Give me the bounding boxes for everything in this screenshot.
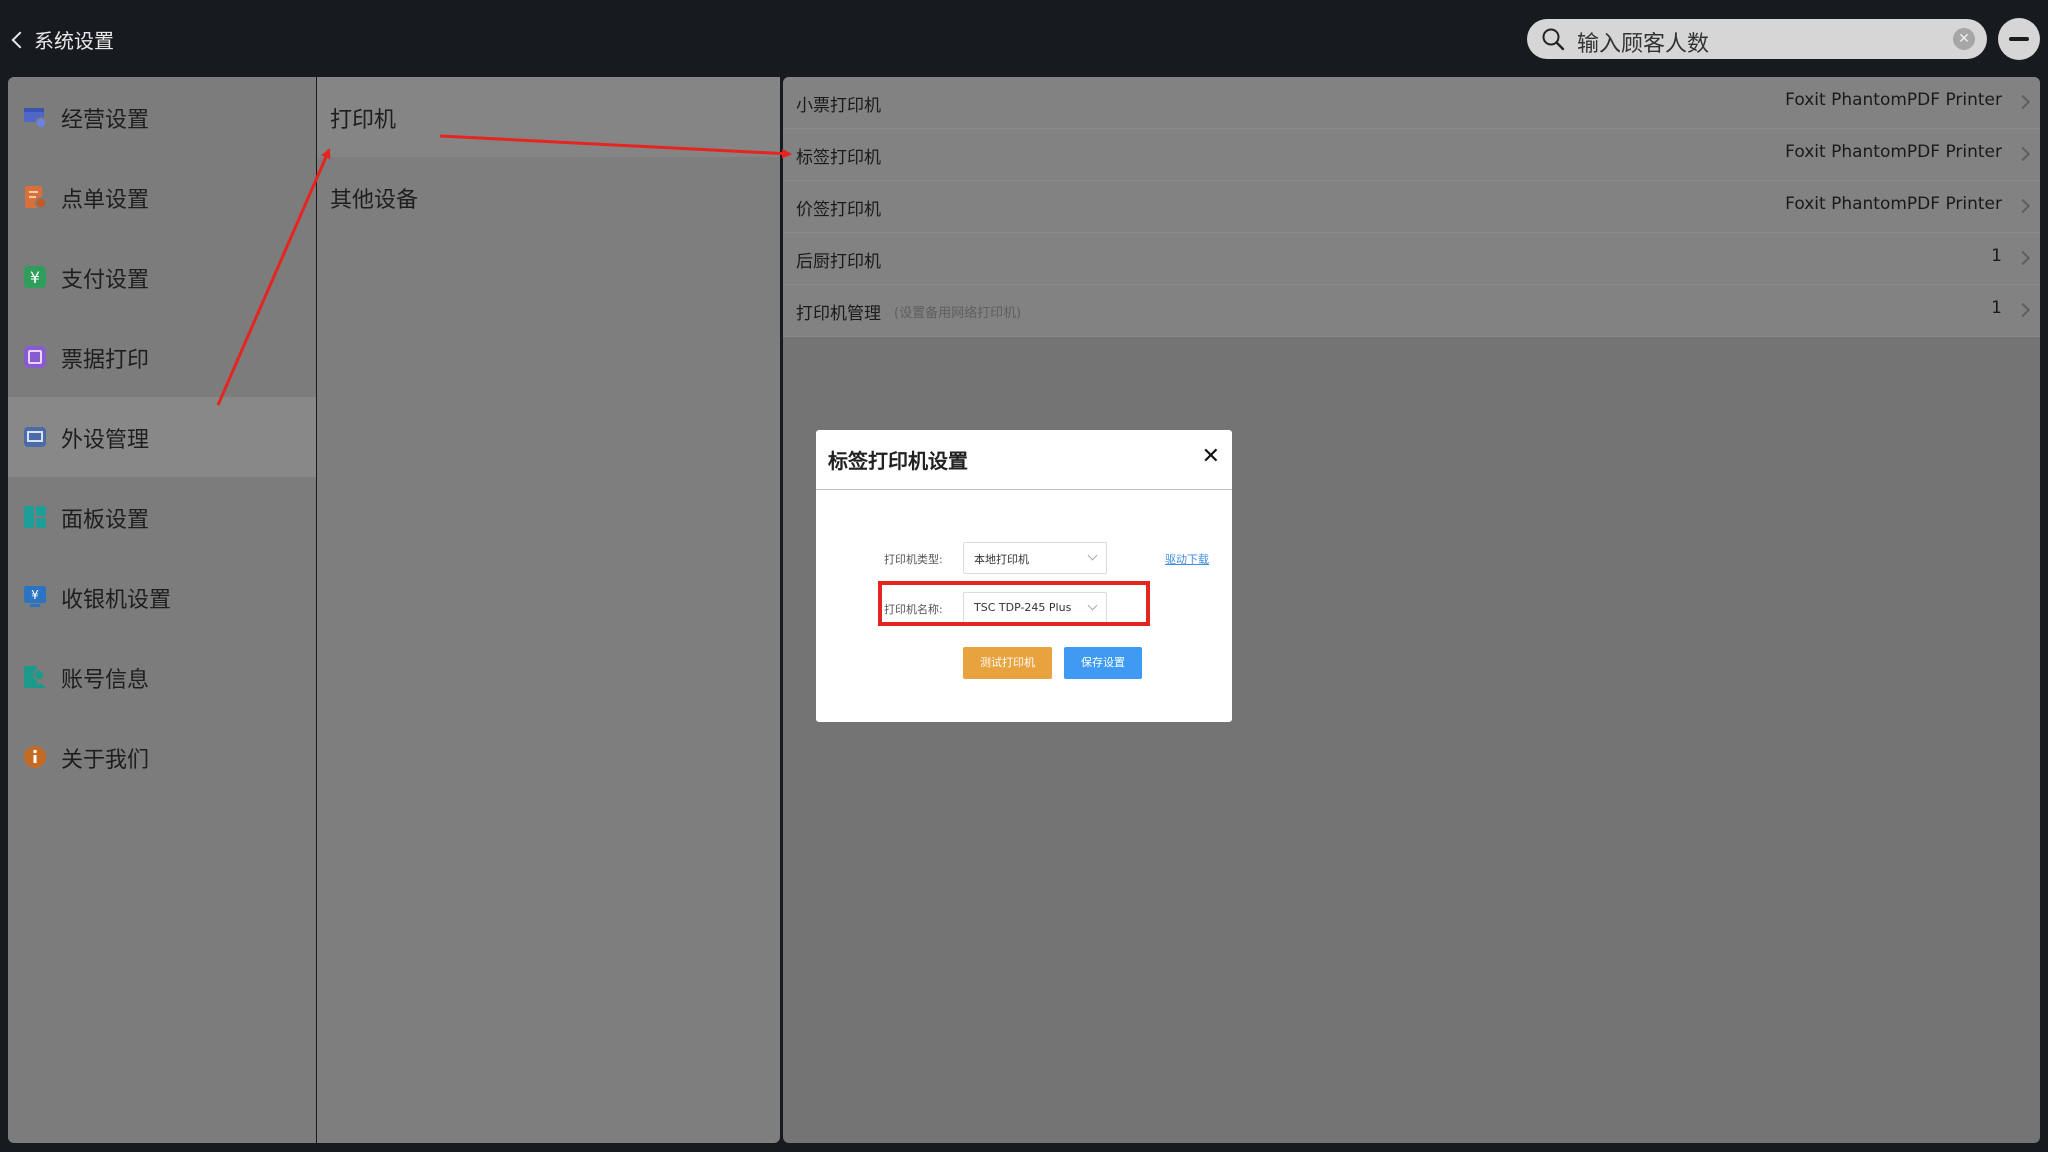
device-menu-item-other[interactable]: 其他设备 xyxy=(317,157,780,237)
chevron-right-icon xyxy=(2015,250,2031,266)
sidebar-item-business[interactable]: 经营设置 xyxy=(8,77,316,157)
chevron-right-icon xyxy=(2015,146,2031,162)
sidebar-item-label: 点单设置 xyxy=(61,188,150,213)
device-menu-item-printer[interactable]: 打印机 xyxy=(317,77,780,157)
chevron-right-icon xyxy=(2015,302,2031,318)
printer-row-label: 标签打印机 xyxy=(796,148,881,168)
account-info-icon xyxy=(24,666,46,688)
sidebar-item-label: 票据打印 xyxy=(61,348,150,373)
device-menu-label: 打印机 xyxy=(330,108,397,133)
sidebar-item-label: 外设管理 xyxy=(61,428,150,453)
printer-row-price-tag[interactable]: 价签打印机 Foxit PhantomPDF Printer xyxy=(783,181,2040,233)
printer-row-value: 1 xyxy=(1991,246,2002,266)
sidebar-item-cashier[interactable]: ¥ 收银机设置 xyxy=(8,557,316,637)
dialog-title: 标签打印机设置 xyxy=(828,449,968,473)
printer-row-value: Foxit PhantomPDF Printer xyxy=(1785,194,2002,214)
search-input[interactable]: 输入顾客人数 xyxy=(1577,26,1709,58)
printer-type-select[interactable]: 本地打印机 xyxy=(963,542,1107,574)
printer-row-value: Foxit PhantomPDF Printer xyxy=(1785,90,2002,110)
sidebar-item-receipt[interactable]: 票据打印 xyxy=(8,317,316,397)
printer-type-value: 本地打印机 xyxy=(974,553,1029,566)
printer-row-value: Foxit PhantomPDF Printer xyxy=(1785,142,2002,162)
sidebar-item-panel[interactable]: 面板设置 xyxy=(8,477,316,557)
back-button[interactable]: 系统设置 xyxy=(11,24,114,54)
printer-row-label: 价签打印机 xyxy=(796,200,881,220)
printer-row-management[interactable]: 打印机管理 (设置备用网络打印机) 1 xyxy=(783,285,2040,337)
device-menu: 打印机 其他设备 xyxy=(317,77,780,1143)
highlight-box-annotation xyxy=(878,581,1150,626)
printer-row-label: 后厨打印机 xyxy=(796,252,881,272)
sidebar-item-peripherals[interactable]: 外设管理 xyxy=(8,397,316,477)
test-printer-button[interactable]: 测试打印机 xyxy=(963,647,1052,679)
printer-row-receipt[interactable]: 小票打印机 Foxit PhantomPDF Printer xyxy=(783,77,2040,129)
sidebar-item-label: 关于我们 xyxy=(61,748,150,773)
sidebar-item-label: 支付设置 xyxy=(61,268,150,293)
printer-row-label: 打印机管理 xyxy=(796,304,881,324)
save-settings-button[interactable]: 保存设置 xyxy=(1064,647,1142,679)
sidebar-item-label: 账号信息 xyxy=(61,668,150,693)
receipt-print-icon xyxy=(24,346,46,368)
sidebar-item-about[interactable]: 关于我们 xyxy=(8,717,316,797)
label-printer-settings-dialog: 标签打印机设置 ✕ 打印机类型: 本地打印机 驱动下载 打印机名称: TSC T… xyxy=(816,430,1232,722)
printer-row-hint: (设置备用网络打印机) xyxy=(894,306,1022,321)
search-icon xyxy=(1542,28,1565,51)
chevron-left-icon xyxy=(11,31,29,48)
driver-download-link[interactable]: 驱动下载 xyxy=(1165,551,1209,567)
printer-row-label: 小票打印机 xyxy=(796,96,881,116)
close-icon[interactable]: ✕ xyxy=(1202,446,1220,468)
chevron-down-icon xyxy=(1087,550,1098,561)
svg-text:¥: ¥ xyxy=(30,268,40,287)
chevron-right-icon xyxy=(2015,198,2031,214)
top-bar: 系统设置 输入顾客人数 ✕ xyxy=(0,0,2048,78)
store-settings-icon xyxy=(24,108,47,129)
minimize-button[interactable] xyxy=(1998,18,2040,60)
clear-icon[interactable]: ✕ xyxy=(1953,28,1975,50)
sidebar-item-account[interactable]: 账号信息 xyxy=(8,637,316,717)
svg-text:¥: ¥ xyxy=(31,588,39,602)
sidebar-item-label: 面板设置 xyxy=(61,508,150,533)
sidebar-item-payment[interactable]: ¥ 支付设置 xyxy=(8,237,316,317)
chevron-right-icon xyxy=(2015,94,2031,110)
printer-type-row: 打印机类型: 本地打印机 驱动下载 xyxy=(816,542,1232,574)
sidebar-item-order[interactable]: 点单设置 xyxy=(8,157,316,237)
search-box[interactable]: 输入顾客人数 ✕ xyxy=(1527,19,1987,59)
info-icon xyxy=(24,746,46,768)
sidebar-item-label: 经营设置 xyxy=(61,108,150,133)
peripheral-monitor-icon xyxy=(24,427,46,447)
payment-yen-icon: ¥ xyxy=(24,266,46,288)
printer-row-value: 1 xyxy=(1991,298,2002,318)
back-label: 系统设置 xyxy=(34,28,114,53)
printer-row-label-printer[interactable]: 标签打印机 Foxit PhantomPDF Printer xyxy=(783,129,2040,181)
printer-row-kitchen[interactable]: 后厨打印机 1 xyxy=(783,233,2040,285)
order-settings-icon xyxy=(25,186,47,209)
sidebar-item-label: 收银机设置 xyxy=(61,588,172,613)
panel-layout-icon xyxy=(24,506,46,528)
printer-type-label: 打印机类型: xyxy=(884,553,943,566)
cashier-yen-icon: ¥ xyxy=(24,586,46,607)
dialog-divider xyxy=(816,489,1232,490)
settings-sidebar: 经营设置 点单设置 ¥ 支付设置 票据打印 外设管理 面板设置 ¥ 收银机设置 … xyxy=(8,77,316,1143)
device-menu-label: 其他设备 xyxy=(330,188,419,213)
